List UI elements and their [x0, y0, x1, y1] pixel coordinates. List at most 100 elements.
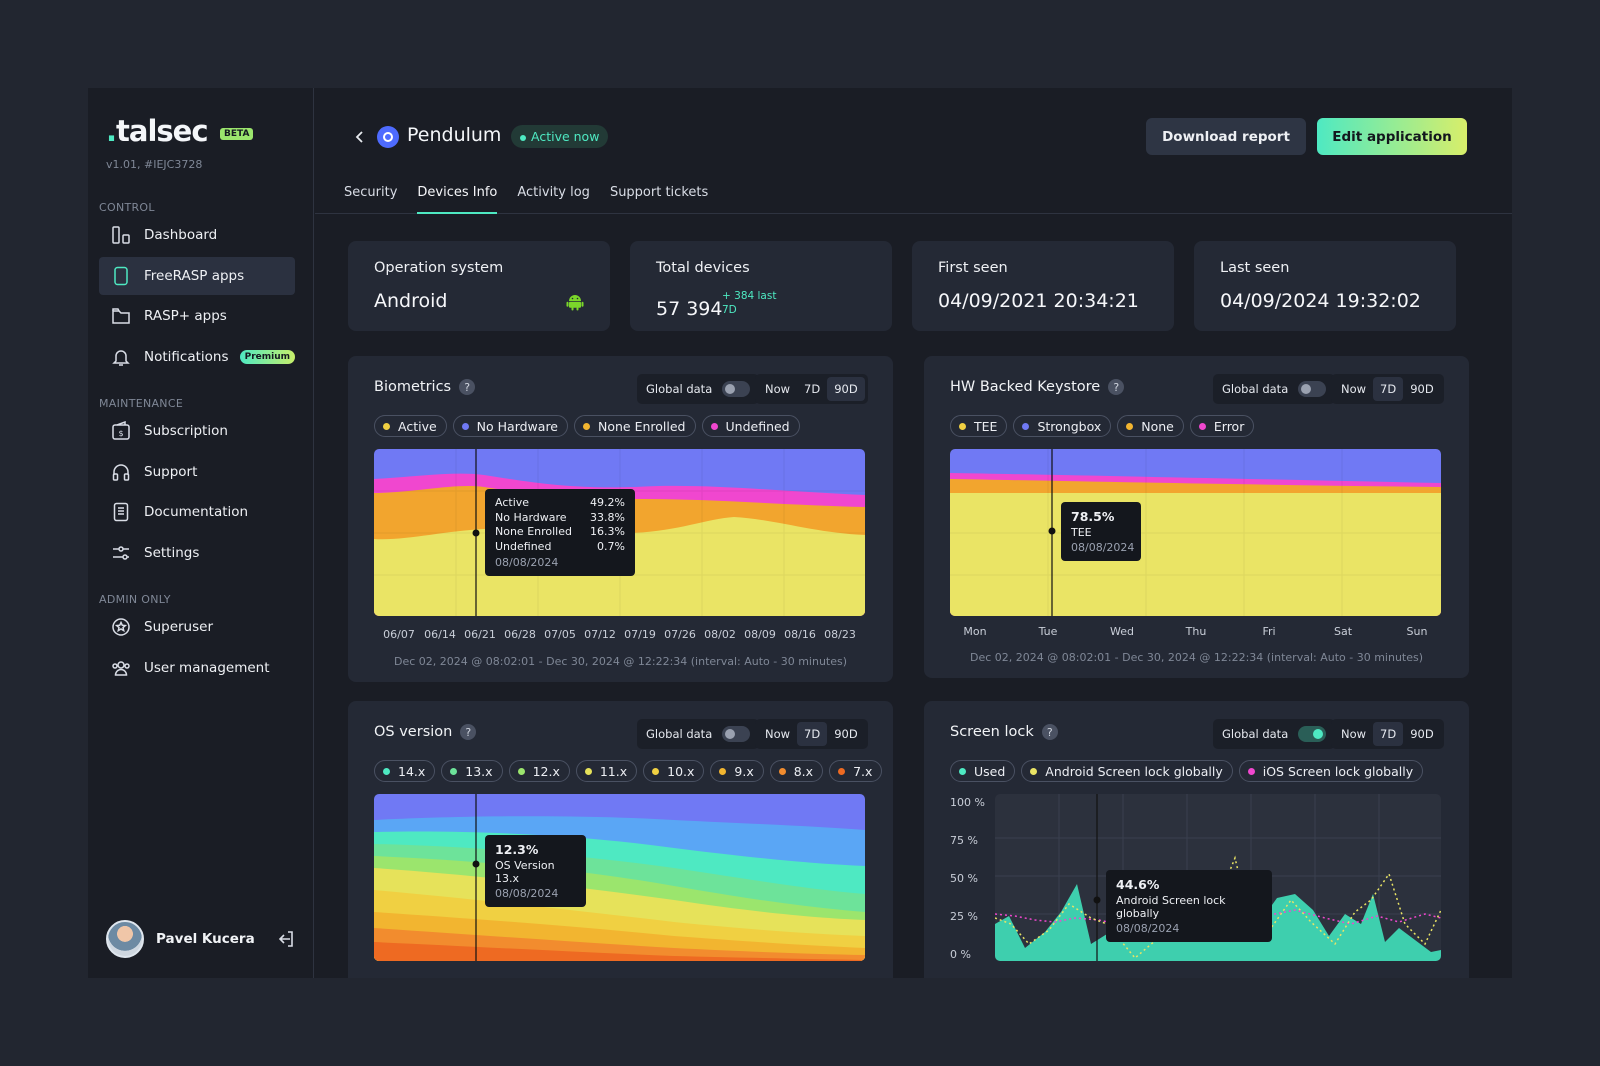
legend-item[interactable]: Android Screen lock globally: [1021, 760, 1233, 782]
legend-item[interactable]: iOS Screen lock globally: [1238, 760, 1424, 782]
legend-item[interactable]: No Hardware: [452, 415, 568, 437]
beta-badge: BETA: [220, 128, 254, 140]
phone-icon: [111, 266, 131, 286]
global-data-toggle[interactable]: Global data: [1213, 374, 1336, 404]
legend-item[interactable]: Active: [374, 415, 447, 437]
biometrics-area-chart[interactable]: Active 49.2% No Hardware 33.8% None Enroll…: [374, 449, 865, 616]
app-header: Pendulum Active now Download report Edit…: [315, 88, 1512, 214]
help-icon[interactable]: ?: [1108, 379, 1125, 395]
legend-item[interactable]: 12.x: [508, 760, 570, 782]
seg-90d[interactable]: 90D: [1403, 377, 1441, 401]
legend-item[interactable]: 13.x: [441, 760, 503, 782]
legend-item[interactable]: None Enrolled: [574, 415, 696, 437]
screen-lock-card: Screen lock? Global data Now 7D 90D Used…: [924, 701, 1469, 978]
legend-item[interactable]: 8.x: [769, 760, 824, 782]
legend-item[interactable]: 11.x: [575, 760, 638, 782]
toggle-switch[interactable]: [1298, 381, 1327, 397]
card-title: Screen lock?: [950, 724, 1058, 740]
seg-7d[interactable]: 7D: [797, 377, 827, 401]
date-range-caption: Dec 02, 2024 @ 08:02:01 - Dec 30, 2024 @…: [393, 655, 848, 668]
sidebar-item-label: Notifications: [144, 349, 229, 365]
sidebar: .talsec BETA v1.01, #IEJC3728 CONTROL Da…: [88, 88, 314, 978]
legend-item[interactable]: 7.x: [829, 760, 883, 782]
seg-7d[interactable]: 7D: [1373, 722, 1404, 746]
stat-label: Last seen: [1220, 260, 1290, 276]
sidebar-item-subscription[interactable]: $ Subscription: [99, 412, 295, 450]
help-icon[interactable]: ?: [460, 724, 477, 740]
legend-item[interactable]: TEE: [950, 415, 1008, 437]
global-data-toggle[interactable]: Global data: [637, 374, 760, 404]
sidebar-item-label: Superuser: [144, 619, 213, 635]
avatar[interactable]: [106, 920, 144, 958]
toggle-switch[interactable]: [1298, 726, 1327, 742]
back-arrow-icon[interactable]: [351, 128, 369, 146]
global-data-toggle[interactable]: Global data: [1213, 719, 1336, 749]
sidebar-item-documentation[interactable]: Documentation: [99, 493, 295, 531]
seg-now[interactable]: Now: [1334, 377, 1373, 401]
legend-item[interactable]: Used: [950, 760, 1016, 782]
logout-icon[interactable]: [276, 929, 296, 949]
help-icon[interactable]: ?: [459, 379, 476, 395]
android-icon: [566, 295, 584, 311]
headphones-icon: [111, 462, 131, 482]
seg-7d[interactable]: 7D: [797, 722, 828, 746]
toggle-switch[interactable]: [722, 381, 751, 397]
user-name: Pavel Kucera: [156, 931, 255, 947]
seg-90d[interactable]: 90D: [827, 722, 865, 746]
seg-now[interactable]: Now: [758, 377, 797, 401]
help-icon[interactable]: ?: [1041, 724, 1058, 740]
seg-now[interactable]: Now: [1334, 722, 1373, 746]
legend-item[interactable]: None: [1117, 415, 1184, 437]
seg-90d[interactable]: 90D: [1403, 722, 1441, 746]
seg-7d[interactable]: 7D: [1373, 377, 1404, 401]
chart-legend: TEE Strongbox None Error: [950, 415, 1260, 437]
sidebar-item-label: Support: [144, 464, 198, 480]
download-report-button[interactable]: Download report: [1146, 118, 1306, 155]
time-range-selector: Now 7D 90D: [755, 719, 868, 749]
sidebar-item-rasp-plus-apps[interactable]: RASP+ apps: [99, 297, 295, 335]
tab-activity-log[interactable]: Activity log: [517, 185, 590, 214]
hw-keystore-area-chart[interactable]: 78.5% TEE 08/08/2024: [950, 449, 1441, 616]
biometrics-card: Biometrics? Global data Now 7D 90D Activ…: [348, 356, 893, 682]
global-data-toggle[interactable]: Global data: [637, 719, 760, 749]
talsec-logo[interactable]: .talsec: [106, 114, 209, 148]
sidebar-item-label: Documentation: [144, 504, 249, 520]
y-tick: 25 %: [950, 910, 978, 923]
seg-90d[interactable]: 90D: [827, 377, 865, 401]
date-range-caption: Dec 02, 2024 @ 08:02:01 - Dec 30, 2024 @…: [969, 651, 1424, 664]
stat-card-first-seen: First seen 04/09/2021 20:34:21: [912, 241, 1174, 331]
card-title: Biometrics?: [374, 379, 476, 395]
time-range-selector: Now 7D 90D: [1331, 374, 1444, 404]
legend-item[interactable]: 9.x: [710, 760, 764, 782]
sidebar-item-label: Subscription: [144, 423, 228, 439]
dashboard-icon: [111, 225, 131, 245]
document-icon: [111, 502, 131, 522]
sidebar-item-user-management[interactable]: User management: [99, 649, 295, 687]
legend-item[interactable]: Error: [1189, 415, 1255, 437]
legend-item[interactable]: Undefined: [701, 415, 800, 437]
tab-devices-info[interactable]: Devices Info: [417, 185, 497, 214]
sidebar-item-dashboard[interactable]: Dashboard: [99, 216, 295, 254]
sidebar-item-notifications[interactable]: Notifications Premium: [99, 338, 295, 376]
tab-support-tickets[interactable]: Support tickets: [610, 185, 708, 214]
sidebar-item-settings[interactable]: Settings: [99, 534, 295, 572]
tab-security[interactable]: Security: [344, 185, 397, 214]
time-range-selector: Now 7D 90D: [755, 374, 868, 404]
os-version-area-chart[interactable]: 12.3% OS Version 13.x 08/08/2024: [374, 794, 865, 961]
chart-legend: Used Android Screen lock globally iOS Sc…: [950, 760, 1429, 782]
sidebar-item-superuser[interactable]: Superuser: [99, 608, 295, 646]
os-version-card: OS version? Global data Now 7D 90D 14.x …: [348, 701, 893, 978]
sidebar-item-support[interactable]: Support: [99, 453, 295, 491]
sidebar-item-label: RASP+ apps: [144, 308, 227, 324]
legend-item[interactable]: 14.x: [374, 760, 436, 782]
section-title-admin-only: ADMIN ONLY: [99, 593, 171, 606]
sidebar-item-label: Dashboard: [144, 227, 218, 243]
seg-now[interactable]: Now: [758, 722, 797, 746]
toggle-switch[interactable]: [722, 726, 751, 742]
legend-item[interactable]: Strongbox: [1013, 415, 1112, 437]
status-badge: Active now: [511, 125, 609, 148]
legend-item[interactable]: 10.x: [643, 760, 705, 782]
edit-application-button[interactable]: Edit application: [1317, 118, 1467, 155]
sidebar-item-freerasp-apps[interactable]: FreeRASP apps: [99, 257, 295, 295]
screen-lock-area-chart[interactable]: 44.6% Android Screen lock globally 08/08…: [995, 794, 1441, 961]
